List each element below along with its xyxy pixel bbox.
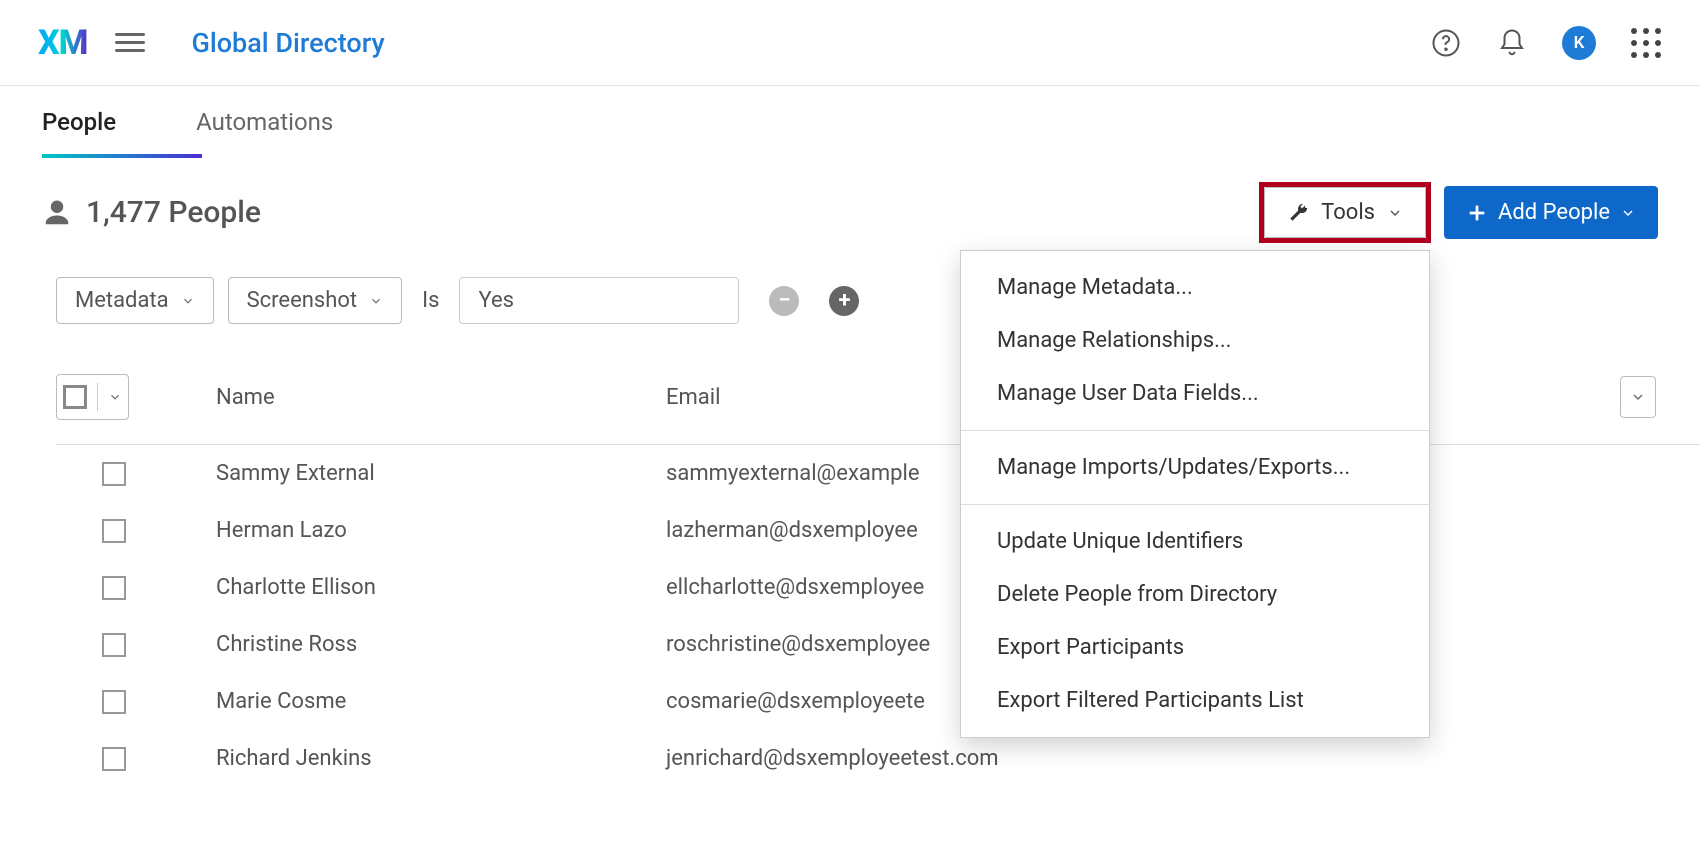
table-header: Name Email [56,364,1700,445]
row-checkbox[interactable] [102,633,126,657]
row-checkbox[interactable] [102,576,126,600]
tools-label: Tools [1321,200,1375,225]
dropdown-item[interactable]: Export Filtered Participants List [961,674,1429,727]
logo: XM [38,23,87,63]
filter-value-input[interactable]: Yes [459,277,739,324]
remove-filter-button[interactable]: − [769,286,799,316]
dropdown-item[interactable]: Manage Imports/Updates/Exports... [961,441,1429,494]
tab-people[interactable]: People [42,108,116,158]
filter-value-text: Yes [478,288,514,313]
page-title: Global Directory [191,27,384,59]
columns-menu-button[interactable] [1620,376,1656,418]
row-checkbox[interactable] [102,519,126,543]
filter-operator: Is [416,288,445,313]
row-checkbox[interactable] [102,462,126,486]
notifications-icon[interactable] [1496,27,1528,59]
dropdown-item[interactable]: Update Unique Identifiers [961,515,1429,568]
row-name: Charlotte Ellison [216,575,666,600]
add-filter-button[interactable]: + [829,286,859,316]
chevron-down-icon [1387,205,1403,221]
avatar[interactable]: K [1562,26,1596,60]
dropdown-item[interactable]: Export Participants [961,621,1429,674]
dropdown-item[interactable]: Manage Relationships... [961,314,1429,367]
row-email: jenrichard@dsxemployeetest.com [666,746,1700,771]
row-name: Christine Ross [216,632,666,657]
menu-icon[interactable] [115,33,145,52]
filter-field-label: Metadata [75,288,169,313]
table-row[interactable]: Richard Jenkinsjenrichard@dsxemployeetes… [56,730,1700,787]
topbar: XM Global Directory K [0,0,1700,86]
chevron-down-icon[interactable] [108,390,122,404]
dropdown-item[interactable]: Manage User Data Fields... [961,367,1429,420]
wrench-icon [1287,202,1309,224]
filter-column-label: Screenshot [247,288,358,313]
row-checkbox[interactable] [102,747,126,771]
column-header-name[interactable]: Name [216,385,666,410]
table-row[interactable]: Sammy Externalsammyexternal@example [56,445,1700,502]
table-row[interactable]: Herman Lazolazherman@dsxemployee [56,502,1700,559]
filter-column-chip[interactable]: Screenshot [228,277,403,324]
row-checkbox[interactable] [102,690,126,714]
row-name: Herman Lazo [216,518,666,543]
row-name: Sammy External [216,461,666,486]
chevron-down-icon [1620,205,1636,221]
table-row[interactable]: Charlotte Ellisonellcharlotte@dsxemploye… [56,559,1700,616]
chevron-down-icon [1630,389,1646,405]
tab-automations[interactable]: Automations [196,108,333,158]
dropdown-item[interactable]: Manage Metadata... [961,261,1429,314]
select-all-control[interactable] [56,374,129,420]
help-icon[interactable] [1430,27,1462,59]
tab-label: Automations [196,108,333,136]
add-people-label: Add People [1498,200,1610,225]
apps-icon[interactable] [1630,27,1662,59]
chevron-down-icon [181,294,195,308]
chevron-down-icon [369,294,383,308]
add-people-button[interactable]: Add People [1444,186,1658,239]
filters-row: Metadata Screenshot Is Yes − + [0,239,1700,324]
row-name: Richard Jenkins [216,746,666,771]
summary-row: 1,477 People Tools Add People [0,158,1700,239]
tabs: People Automations [0,86,1700,158]
table-row[interactable]: Marie Cosmecosmarie@dsxemployeete [56,673,1700,730]
people-table: Name Email Sammy Externalsammyexternal@e… [0,324,1700,787]
plus-icon [1466,202,1488,224]
filter-field-chip[interactable]: Metadata [56,277,214,324]
table-row[interactable]: Christine Rossroschristine@dsxemployee [56,616,1700,673]
tab-underline [42,154,202,158]
people-count: 1,477 People [42,195,261,230]
tools-dropdown: Manage Metadata...Manage Relationships..… [960,250,1430,738]
row-name: Marie Cosme [216,689,666,714]
select-all-checkbox[interactable] [63,385,87,409]
tab-label: People [42,108,116,136]
people-count-text: 1,477 People [86,195,261,230]
topbar-right: K [1430,26,1662,60]
tools-button[interactable]: Tools [1264,187,1426,238]
dropdown-item[interactable]: Delete People from Directory [961,568,1429,621]
